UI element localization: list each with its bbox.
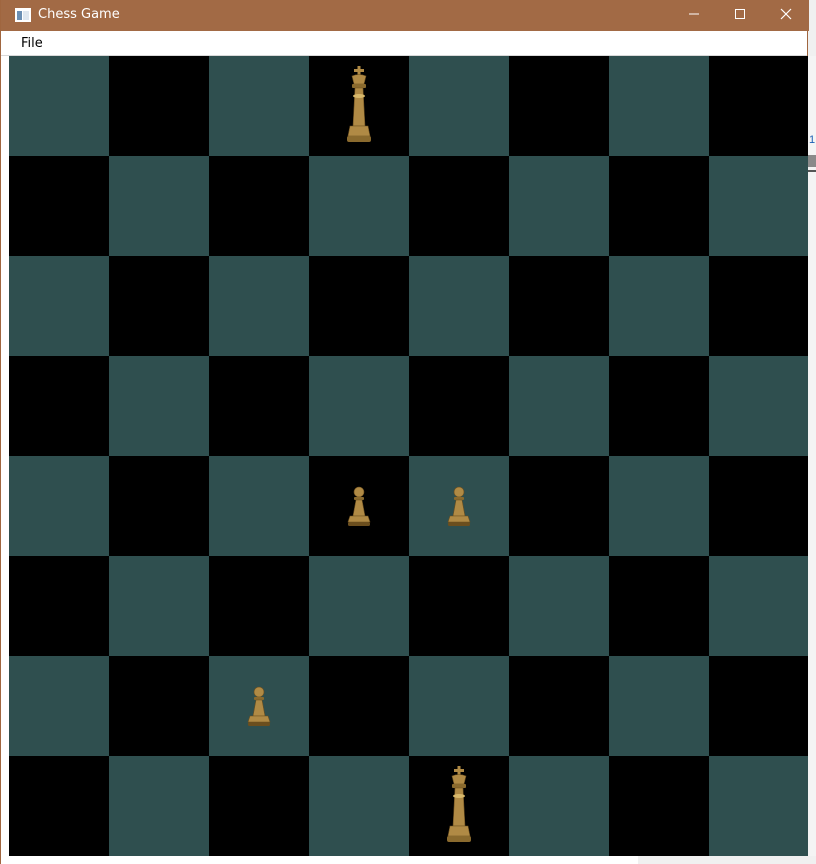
square-f1[interactable] — [509, 756, 609, 856]
background-toolbar-edge — [638, 856, 816, 864]
app-window: Chess Game File — [0, 0, 809, 864]
square-d6[interactable] — [309, 256, 409, 356]
square-a2[interactable] — [9, 656, 109, 756]
square-c8[interactable] — [209, 56, 309, 156]
app-window-icon — [15, 8, 31, 22]
square-g8[interactable] — [609, 56, 709, 156]
menu-file[interactable]: File — [15, 35, 49, 52]
square-h7[interactable] — [709, 156, 809, 256]
close-button[interactable] — [763, 0, 809, 31]
background-divider — [808, 170, 816, 172]
square-e5[interactable] — [409, 356, 509, 456]
square-b5[interactable] — [109, 356, 209, 456]
menu-bar: File — [1, 31, 807, 56]
pawn-piece-icon[interactable] — [246, 686, 272, 728]
title-bar[interactable]: Chess Game — [1, 0, 809, 31]
square-a5[interactable] — [9, 356, 109, 456]
background-link: 1 — [809, 134, 816, 146]
square-a6[interactable] — [9, 256, 109, 356]
square-e6[interactable] — [409, 256, 509, 356]
square-a4[interactable] — [9, 456, 109, 556]
square-a1[interactable] — [9, 756, 109, 856]
square-c3[interactable] — [209, 556, 309, 656]
square-f3[interactable] — [509, 556, 609, 656]
square-d5[interactable] — [309, 356, 409, 456]
square-h2[interactable] — [709, 656, 809, 756]
square-b4[interactable] — [109, 456, 209, 556]
square-a7[interactable] — [9, 156, 109, 256]
square-d3[interactable] — [309, 556, 409, 656]
square-e3[interactable] — [409, 556, 509, 656]
maximize-button[interactable] — [717, 0, 763, 31]
background-window-edge — [808, 56, 816, 864]
square-f5[interactable] — [509, 356, 609, 456]
maximize-icon — [734, 7, 746, 25]
square-d8[interactable] — [309, 56, 409, 156]
square-d2[interactable] — [309, 656, 409, 756]
square-c2[interactable] — [209, 656, 309, 756]
square-d1[interactable] — [309, 756, 409, 856]
square-b3[interactable] — [109, 556, 209, 656]
square-e1[interactable] — [409, 756, 509, 856]
square-c1[interactable] — [209, 756, 309, 856]
square-d7[interactable] — [309, 156, 409, 256]
square-e2[interactable] — [409, 656, 509, 756]
background-scrollbar — [808, 155, 816, 167]
minimize-button[interactable] — [671, 0, 717, 31]
square-c7[interactable] — [209, 156, 309, 256]
square-g5[interactable] — [609, 356, 709, 456]
square-c5[interactable] — [209, 356, 309, 456]
square-g6[interactable] — [609, 256, 709, 356]
pawn-piece-icon[interactable] — [446, 486, 472, 528]
square-c4[interactable] — [209, 456, 309, 556]
square-f6[interactable] — [509, 256, 609, 356]
square-g1[interactable] — [609, 756, 709, 856]
square-h1[interactable] — [709, 756, 809, 856]
square-f7[interactable] — [509, 156, 609, 256]
close-icon — [780, 7, 792, 25]
square-g2[interactable] — [609, 656, 709, 756]
square-g3[interactable] — [609, 556, 709, 656]
square-h3[interactable] — [709, 556, 809, 656]
square-h6[interactable] — [709, 256, 809, 356]
square-f4[interactable] — [509, 456, 609, 556]
square-b2[interactable] — [109, 656, 209, 756]
king-piece-icon[interactable] — [344, 66, 374, 146]
chess-board — [9, 56, 809, 856]
square-g4[interactable] — [609, 456, 709, 556]
minimize-icon — [688, 7, 700, 25]
square-a3[interactable] — [9, 556, 109, 656]
square-b6[interactable] — [109, 256, 209, 356]
square-f8[interactable] — [509, 56, 609, 156]
square-c6[interactable] — [209, 256, 309, 356]
window-title: Chess Game — [38, 7, 120, 22]
king-piece-icon[interactable] — [444, 766, 474, 846]
square-f2[interactable] — [509, 656, 609, 756]
square-a8[interactable] — [9, 56, 109, 156]
square-h5[interactable] — [709, 356, 809, 456]
pawn-piece-icon[interactable] — [346, 486, 372, 528]
square-e7[interactable] — [409, 156, 509, 256]
square-g7[interactable] — [609, 156, 709, 256]
square-b7[interactable] — [109, 156, 209, 256]
square-h8[interactable] — [709, 56, 809, 156]
square-b1[interactable] — [109, 756, 209, 856]
square-b8[interactable] — [109, 56, 209, 156]
square-e8[interactable] — [409, 56, 509, 156]
square-d4[interactable] — [309, 456, 409, 556]
square-e4[interactable] — [409, 456, 509, 556]
square-h4[interactable] — [709, 456, 809, 556]
